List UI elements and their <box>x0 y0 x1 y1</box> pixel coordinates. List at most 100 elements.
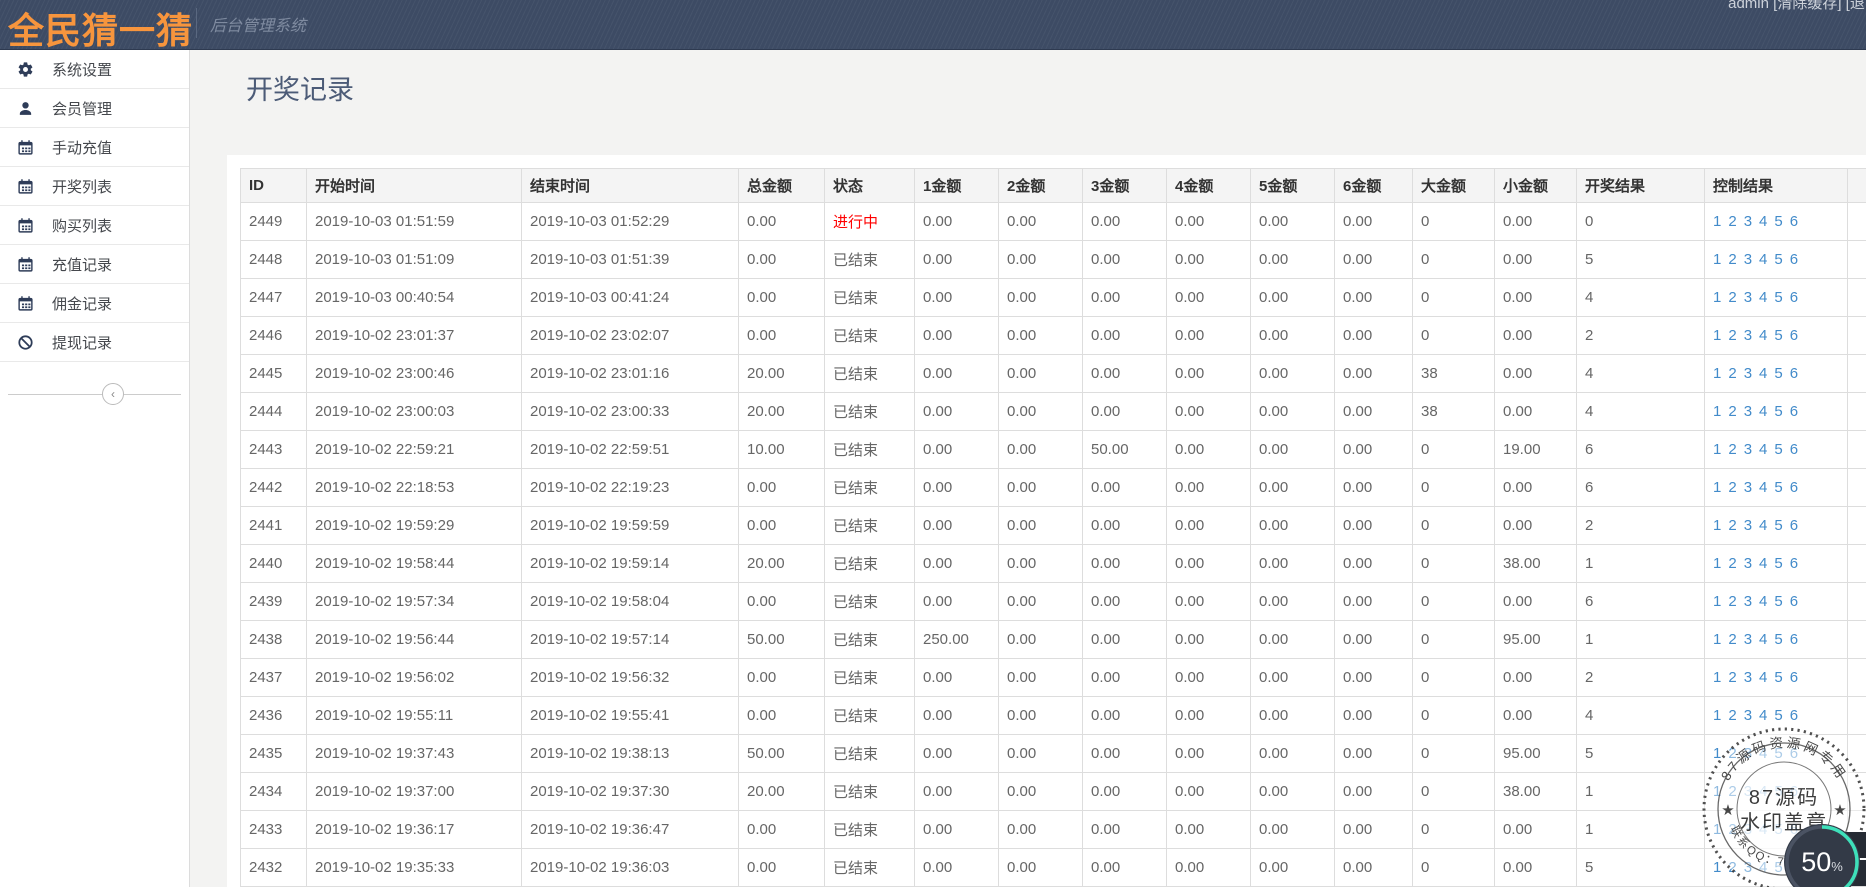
control-link-5[interactable]: 5 <box>1774 251 1782 268</box>
control-link-3[interactable]: 3 <box>1744 631 1752 648</box>
control-link-1[interactable]: 1 <box>1713 783 1721 800</box>
control-link-5[interactable]: 5 <box>1774 365 1782 382</box>
control-link-5[interactable]: 5 <box>1774 517 1782 534</box>
control-link-2[interactable]: 2 <box>1728 517 1736 534</box>
control-link-6[interactable]: 6 <box>1790 365 1798 382</box>
control-link-4[interactable]: 4 <box>1759 555 1767 572</box>
control-link-4[interactable]: 4 <box>1759 745 1767 762</box>
control-link-3[interactable]: 3 <box>1744 251 1752 268</box>
control-link-1[interactable]: 1 <box>1713 859 1721 876</box>
sidebar-item-5[interactable]: 购买列表 <box>0 206 189 245</box>
control-link-6[interactable]: 6 <box>1790 745 1798 762</box>
control-link-6[interactable]: 6 <box>1790 669 1798 686</box>
sidebar-collapse-button[interactable]: ‹ <box>102 383 124 405</box>
control-link-4[interactable]: 4 <box>1759 289 1767 306</box>
sidebar-item-7[interactable]: 佣金记录 <box>0 284 189 323</box>
control-link-2[interactable]: 2 <box>1728 631 1736 648</box>
control-link-1[interactable]: 1 <box>1713 403 1721 420</box>
control-link-6[interactable]: 6 <box>1790 707 1798 724</box>
control-link-6[interactable]: 6 <box>1790 403 1798 420</box>
control-link-5[interactable]: 5 <box>1774 745 1782 762</box>
sidebar-item-4[interactable]: 开奖列表 <box>0 167 189 206</box>
control-link-3[interactable]: 3 <box>1744 517 1752 534</box>
control-link-4[interactable]: 4 <box>1759 593 1767 610</box>
control-link-6[interactable]: 6 <box>1790 441 1798 458</box>
control-link-2[interactable]: 2 <box>1728 555 1736 572</box>
control-link-2[interactable]: 2 <box>1728 859 1736 876</box>
control-link-6[interactable]: 6 <box>1790 251 1798 268</box>
control-link-2[interactable]: 2 <box>1728 251 1736 268</box>
control-link-1[interactable]: 1 <box>1713 327 1721 344</box>
control-link-4[interactable]: 4 <box>1759 479 1767 496</box>
control-link-3[interactable]: 3 <box>1744 821 1752 838</box>
control-link-5[interactable]: 5 <box>1774 213 1782 230</box>
admin-links[interactable]: admin [清除缓存] [退出] <box>1728 0 1866 13</box>
control-link-2[interactable]: 2 <box>1728 213 1736 230</box>
control-link-4[interactable]: 4 <box>1759 441 1767 458</box>
control-link-4[interactable]: 4 <box>1759 707 1767 724</box>
control-link-4[interactable]: 4 <box>1759 213 1767 230</box>
control-link-5[interactable]: 5 <box>1774 555 1782 572</box>
control-link-6[interactable]: 6 <box>1790 517 1798 534</box>
control-link-6[interactable]: 6 <box>1790 327 1798 344</box>
control-link-4[interactable]: 4 <box>1759 403 1767 420</box>
control-link-6[interactable]: 6 <box>1790 213 1798 230</box>
control-link-2[interactable]: 2 <box>1728 669 1736 686</box>
control-link-5[interactable]: 5 <box>1774 289 1782 306</box>
control-link-2[interactable]: 2 <box>1728 365 1736 382</box>
control-link-3[interactable]: 3 <box>1744 593 1752 610</box>
control-link-1[interactable]: 1 <box>1713 707 1721 724</box>
control-link-1[interactable]: 1 <box>1713 365 1721 382</box>
sidebar-item-3[interactable]: 手动充值 <box>0 128 189 167</box>
sidebar-item-8[interactable]: 提现记录 <box>0 323 189 362</box>
control-link-3[interactable]: 3 <box>1744 289 1752 306</box>
control-link-2[interactable]: 2 <box>1728 441 1736 458</box>
control-link-1[interactable]: 1 <box>1713 441 1721 458</box>
control-link-3[interactable]: 3 <box>1744 327 1752 344</box>
control-link-4[interactable]: 4 <box>1759 783 1767 800</box>
control-link-2[interactable]: 2 <box>1728 593 1736 610</box>
control-link-3[interactable]: 3 <box>1744 555 1752 572</box>
control-link-4[interactable]: 4 <box>1759 251 1767 268</box>
control-link-4[interactable]: 4 <box>1759 365 1767 382</box>
control-link-1[interactable]: 1 <box>1713 479 1721 496</box>
control-link-3[interactable]: 3 <box>1744 783 1752 800</box>
control-link-2[interactable]: 2 <box>1728 745 1736 762</box>
control-link-1[interactable]: 1 <box>1713 517 1721 534</box>
control-link-1[interactable]: 1 <box>1713 289 1721 306</box>
control-link-4[interactable]: 4 <box>1759 631 1767 648</box>
sidebar-item-6[interactable]: 充值记录 <box>0 245 189 284</box>
control-link-1[interactable]: 1 <box>1713 745 1721 762</box>
control-link-3[interactable]: 3 <box>1744 745 1752 762</box>
control-link-5[interactable]: 5 <box>1774 593 1782 610</box>
control-link-2[interactable]: 2 <box>1728 289 1736 306</box>
control-link-1[interactable]: 1 <box>1713 555 1721 572</box>
control-link-1[interactable]: 1 <box>1713 669 1721 686</box>
control-link-1[interactable]: 1 <box>1713 213 1721 230</box>
control-link-3[interactable]: 3 <box>1744 365 1752 382</box>
control-link-3[interactable]: 3 <box>1744 213 1752 230</box>
control-link-1[interactable]: 1 <box>1713 593 1721 610</box>
control-link-5[interactable]: 5 <box>1774 327 1782 344</box>
control-link-2[interactable]: 2 <box>1728 783 1736 800</box>
control-link-6[interactable]: 6 <box>1790 631 1798 648</box>
control-link-4[interactable]: 4 <box>1759 821 1767 838</box>
control-link-5[interactable]: 5 <box>1774 441 1782 458</box>
control-link-3[interactable]: 3 <box>1744 707 1752 724</box>
control-link-6[interactable]: 6 <box>1790 555 1798 572</box>
sidebar-item-2[interactable]: 会员管理 <box>0 89 189 128</box>
control-link-3[interactable]: 3 <box>1744 441 1752 458</box>
sidebar-item-1[interactable]: 系统设置 <box>0 50 189 89</box>
control-link-3[interactable]: 3 <box>1744 859 1752 876</box>
control-link-6[interactable]: 6 <box>1790 289 1798 306</box>
control-link-5[interactable]: 5 <box>1774 783 1782 800</box>
control-link-1[interactable]: 1 <box>1713 821 1721 838</box>
control-link-6[interactable]: 6 <box>1790 479 1798 496</box>
control-link-1[interactable]: 1 <box>1713 251 1721 268</box>
control-link-2[interactable]: 2 <box>1728 821 1736 838</box>
control-link-2[interactable]: 2 <box>1728 327 1736 344</box>
control-link-4[interactable]: 4 <box>1759 327 1767 344</box>
control-link-4[interactable]: 4 <box>1759 669 1767 686</box>
control-link-4[interactable]: 4 <box>1759 517 1767 534</box>
control-link-6[interactable]: 6 <box>1790 783 1798 800</box>
